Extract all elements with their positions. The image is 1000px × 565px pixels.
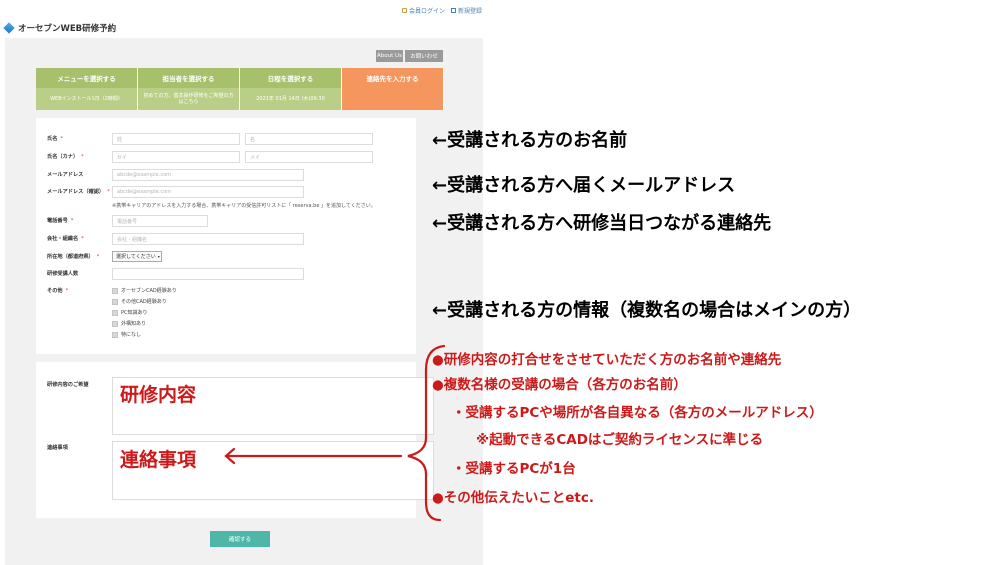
annotation-content: 研修内容	[120, 384, 197, 406]
lock-icon	[401, 8, 407, 13]
checkbox[interactable]	[112, 331, 118, 338]
email-label: メールアドレス	[47, 172, 84, 178]
step-detail	[342, 88, 444, 110]
last-name-input[interactable]: 姓	[112, 133, 240, 145]
email-confirm-input[interactable]: abcde@example.com	[112, 186, 304, 198]
step-title: 連絡先を入力する	[342, 68, 444, 88]
step-title: 日程を選択する	[240, 68, 342, 88]
annotation-email: ←受講される方へ届くメールアドレス	[432, 175, 736, 196]
checkbox-none[interactable]: 特になし	[112, 331, 141, 338]
top-links: 会員ログイン 新規登録	[401, 6, 482, 15]
chevron-down-icon: ▾	[157, 254, 160, 259]
email-note: ※携帯キャリアのアドレスを入力する場合、携帯キャリアの受信許可リストに「 res…	[112, 203, 376, 209]
checkbox-exterior[interactable]: 外構知あり	[112, 320, 146, 327]
prefecture-select[interactable]: 選択してください ▾	[112, 251, 162, 262]
step-title: 担当者を選択する	[138, 68, 240, 88]
annotation-info: ←受講される方の情報（複数名の場合はメインの方）	[432, 300, 862, 321]
prefecture-label: 所在地（都道府県） *	[47, 254, 100, 260]
step-detail: WEBインストール1日（2時間）	[36, 88, 138, 110]
contact-notes-label: 連絡事項	[47, 445, 68, 451]
note-line: ●研修内容の打合せをさせていただく方のお名前や連絡先	[432, 352, 782, 368]
attendee-count-input[interactable]	[112, 268, 304, 280]
required-mark: *	[81, 154, 84, 160]
checkbox-pc-knowledge[interactable]: PC知識あり	[112, 309, 148, 316]
annotation-contact: 連絡事項	[120, 449, 197, 471]
about-button[interactable]: About Us	[376, 50, 403, 62]
checkbox[interactable]	[112, 309, 118, 316]
last-name-kana-input[interactable]: セイ	[112, 151, 240, 163]
annotation-notes: ●研修内容の打合せをさせていただく方のお名前や連絡先 ●複数名様の受講の場合（各…	[432, 352, 992, 524]
note-line: ・受講するPCや場所が各自異なる（各方のメールアドレス）	[452, 405, 823, 421]
kana-label: 氏名（カナ） *	[47, 154, 84, 160]
contact-button[interactable]: お問いわせ	[405, 50, 443, 62]
step-detail: 2021年 01月 14日 (木)09:30	[240, 88, 342, 110]
checkbox[interactable]	[112, 320, 118, 327]
required-mark: *	[65, 288, 69, 294]
step-schedule[interactable]: 日程を選択する 2021年 01月 14日 (木)09:30	[240, 68, 342, 110]
checkbox[interactable]	[112, 298, 118, 305]
annotation-arrow-brace	[224, 344, 446, 522]
attendee-count-label: 研修受講人数	[47, 271, 79, 277]
required-mark: *	[107, 189, 110, 195]
note-line: ※起動できるCADはご契約ライセンスに準じる	[476, 432, 764, 448]
step-staff[interactable]: 担当者を選択する 初めての方、基本操作研修をご希望の方はこちら	[138, 68, 240, 110]
step-menu[interactable]: メニューを選択する WEBインストール1日（2時間）	[36, 68, 138, 110]
note-line: ・受講するPCが1台	[452, 461, 576, 477]
first-name-kana-input[interactable]: メイ	[245, 151, 373, 163]
name-label: 氏名 *	[47, 136, 63, 142]
email-confirm-label: メールアドレス（確認） *	[47, 189, 110, 195]
phone-label: 電話番号 *	[47, 218, 74, 224]
register-link[interactable]: 新規登録	[450, 6, 482, 15]
checkbox[interactable]	[112, 287, 118, 294]
note-line: ●その他伝えたいことetc.	[432, 490, 595, 506]
required-mark: *	[96, 254, 100, 260]
step-progress: メニューを選択する WEBインストール1日（2時間） 担当者を選択する 初めての…	[36, 68, 444, 110]
site-header[interactable]: オーセブンWEB研修予約	[3, 22, 117, 34]
edit-icon	[450, 8, 456, 13]
step-title: メニューを選択する	[36, 68, 138, 88]
email-input[interactable]: abcde@example.com	[112, 169, 304, 181]
note-line: ●複数名様の受講の場合（各方のお名前）	[432, 377, 687, 393]
phone-input[interactable]: 電話番号	[112, 215, 208, 227]
other-label: その他 *	[47, 288, 69, 294]
checkbox-other-cad[interactable]: その他CAD経験あり	[112, 298, 167, 305]
logo-icon	[3, 22, 15, 34]
required-mark: *	[81, 236, 84, 242]
company-label: 会社・組織名 *	[47, 236, 84, 242]
step-detail: 初めての方、基本操作研修をご希望の方はこちら	[138, 88, 240, 110]
site-title: オーセブンWEB研修予約	[18, 24, 117, 34]
checkbox-cad-experience[interactable]: オーセブンCAD経験あり	[112, 287, 177, 294]
annotation-phone: ←受講される方へ研修当日つながる連絡先	[432, 213, 772, 234]
login-link[interactable]: 会員ログイン	[401, 6, 445, 15]
step-contact: 連絡先を入力する	[342, 68, 444, 110]
required-mark: *	[70, 218, 74, 224]
company-input[interactable]: 会社・組織名	[112, 233, 304, 245]
confirm-button[interactable]: 確認する	[210, 531, 270, 547]
required-mark: *	[60, 136, 63, 142]
content-label: 研修内容のご希望	[47, 382, 89, 388]
first-name-input[interactable]: 名	[245, 133, 373, 145]
annotation-name: ←受講される方のお名前	[432, 130, 628, 151]
